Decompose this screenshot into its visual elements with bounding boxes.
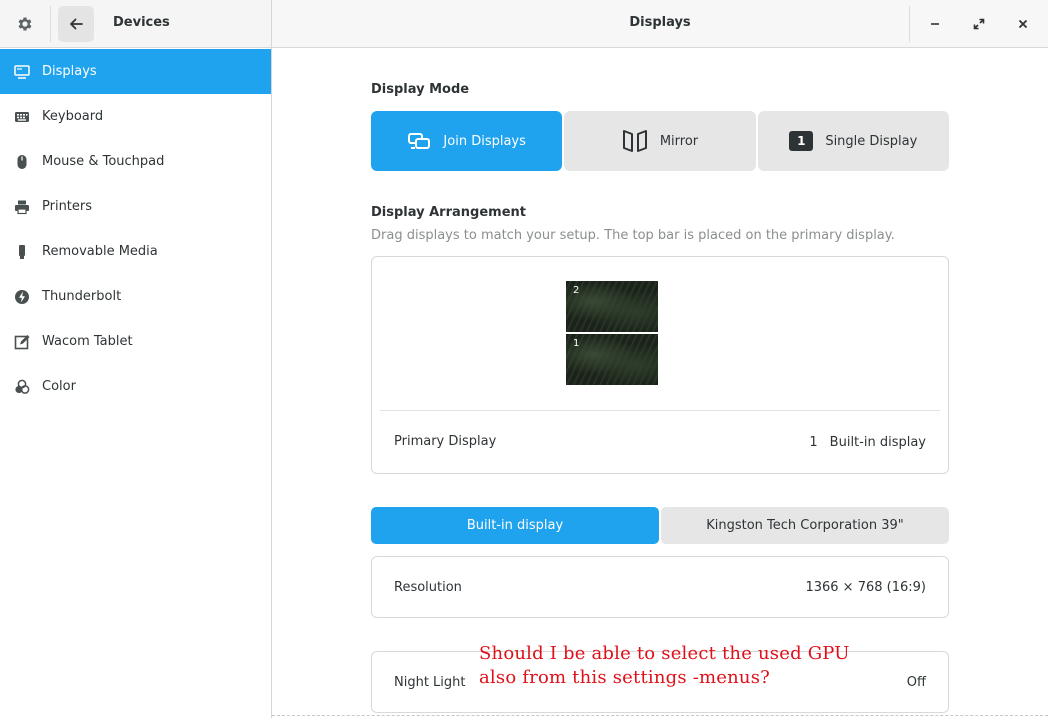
sidebar-item-color[interactable]: Color xyxy=(0,364,271,409)
display-arrangement-subtitle: Drag displays to match your setup. The t… xyxy=(371,228,895,243)
sidebar-item-label: Removable Media xyxy=(42,244,158,259)
night-light-value: Off xyxy=(906,675,926,690)
sidebar-item-mouse-touchpad[interactable]: Mouse & Touchpad xyxy=(0,139,271,184)
minimize-icon xyxy=(931,23,939,25)
display-arrangement-box: 2 1 Primary Display 1 Built-in display xyxy=(371,256,949,474)
monitor-number: 1 xyxy=(573,338,580,349)
settings-gear-icon[interactable] xyxy=(10,9,40,39)
night-light-label: Night Light xyxy=(394,675,466,690)
thunderbolt-icon xyxy=(14,289,30,305)
header-divider xyxy=(50,6,51,42)
back-button[interactable] xyxy=(58,6,94,42)
close-button[interactable] xyxy=(1008,9,1038,39)
minimize-button[interactable] xyxy=(920,9,950,39)
sidebar-item-label: Wacom Tablet xyxy=(42,334,133,349)
join-displays-icon xyxy=(408,133,431,149)
sidebar-item-label: Displays xyxy=(42,64,97,79)
primary-display-number: 1 xyxy=(809,434,818,450)
primary-display-selector[interactable]: 1 Built-in display xyxy=(809,427,926,457)
resolution-value: 1366 × 768 (16:9) xyxy=(805,580,926,595)
sidebar-title: Devices xyxy=(113,15,170,30)
sidebar-item-thunderbolt[interactable]: Thunderbolt xyxy=(0,274,271,319)
sidebar-item-label: Keyboard xyxy=(42,109,104,124)
maximize-icon xyxy=(973,18,985,30)
arrow-left-icon xyxy=(70,18,83,30)
divider xyxy=(380,410,940,411)
single-display-icon: 1 xyxy=(789,131,814,151)
printer-icon xyxy=(14,199,30,215)
display-mode-selector: Join Displays Mirror 1 Single Display xyxy=(371,111,949,171)
primary-display-value: Built-in display xyxy=(829,434,926,450)
sidebar-item-keyboard[interactable]: Keyboard xyxy=(0,94,271,139)
mirror-button[interactable]: Mirror xyxy=(564,111,756,171)
tab-kingston-display[interactable]: Kingston Tech Corporation 39" xyxy=(661,507,949,544)
resolution-label: Resolution xyxy=(394,580,462,595)
annotation-line: Should I be able to select the used GPU xyxy=(479,643,850,664)
mirror-label: Mirror xyxy=(659,133,699,149)
maximize-button[interactable] xyxy=(964,9,994,39)
usb-drive-icon xyxy=(14,244,30,260)
sidebar-item-displays[interactable]: Displays xyxy=(0,49,271,94)
sidebar-item-label: Printers xyxy=(42,199,93,214)
single-display-label: Single Display xyxy=(825,133,918,149)
main-content: Display Mode Join Displays Mirror 1 Sing… xyxy=(272,49,1048,718)
sidebar: Displays Keyboard Mouse & Touchpad Print… xyxy=(0,49,271,718)
sidebar-header: Devices xyxy=(0,0,271,48)
single-display-button[interactable]: 1 Single Display xyxy=(757,111,949,171)
window-bottom-edge xyxy=(272,715,1048,716)
display-mode-title: Display Mode xyxy=(371,82,470,97)
tab-built-in-display[interactable]: Built-in display xyxy=(371,507,659,544)
monitor-1-preview[interactable]: 1 xyxy=(566,334,658,385)
mouse-icon xyxy=(14,154,30,170)
main-header: Displays xyxy=(272,0,1048,48)
sidebar-item-label: Color xyxy=(42,379,76,394)
sidebar-item-label: Thunderbolt xyxy=(42,289,122,304)
monitor-number: 2 xyxy=(573,285,580,296)
sidebar-item-label: Mouse & Touchpad xyxy=(42,154,165,169)
mirror-icon xyxy=(622,130,647,152)
resolution-row[interactable]: Resolution 1366 × 768 (16:9) xyxy=(371,556,949,618)
display-tabs: Built-in display Kingston Tech Corporati… xyxy=(371,507,949,544)
annotation-text: Should I be able to select the used GPU … xyxy=(479,642,859,690)
close-icon xyxy=(1018,19,1028,29)
join-displays-label: Join Displays xyxy=(443,133,526,149)
annotation-line: also from this settings -menus? xyxy=(479,667,770,688)
color-icon xyxy=(14,379,30,395)
primary-display-label: Primary Display xyxy=(394,434,497,449)
header-divider xyxy=(909,6,910,42)
keyboard-icon xyxy=(14,109,30,125)
monitor-2-preview[interactable]: 2 xyxy=(566,281,658,332)
join-displays-button[interactable]: Join Displays xyxy=(371,111,563,171)
display-arrangement-title: Display Arrangement xyxy=(371,205,526,220)
tablet-icon xyxy=(14,334,30,350)
display-icon xyxy=(14,64,30,80)
sidebar-item-removable-media[interactable]: Removable Media xyxy=(0,229,271,274)
sidebar-item-printers[interactable]: Printers xyxy=(0,184,271,229)
sidebar-item-wacom-tablet[interactable]: Wacom Tablet xyxy=(0,319,271,364)
